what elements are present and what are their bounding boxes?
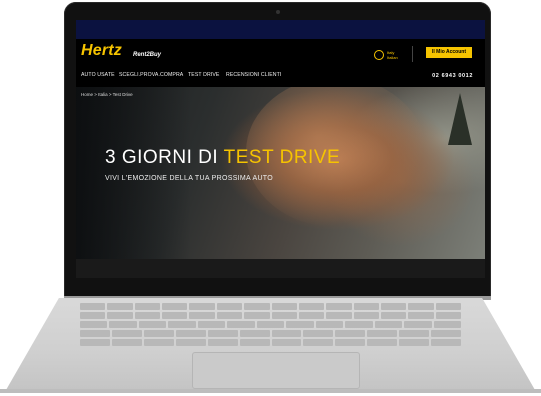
browser-screen: Hertz Rent2Buy Italy Italian Il Mio Acco… bbox=[76, 20, 485, 278]
hero-banner bbox=[76, 87, 485, 259]
rent2buy-logo: Rent2Buy bbox=[133, 52, 162, 58]
my-account-button[interactable]: Il Mio Account bbox=[426, 47, 472, 58]
hero-subtitle: VIVI L'EMOZIONE DELLA TUA PROSSIMA AUTO bbox=[105, 175, 273, 182]
trackpad bbox=[192, 352, 360, 389]
breadcrumb[interactable]: Home > Italia > Test Drive bbox=[81, 92, 133, 97]
hero-title: 3 GIORNI DI TEST DRIVE bbox=[105, 147, 340, 169]
top-strip bbox=[76, 20, 485, 39]
content-band bbox=[76, 259, 485, 278]
phone-number[interactable]: 02 6943 0012 bbox=[432, 73, 473, 79]
car-interior bbox=[76, 87, 191, 259]
hero-title-accent: TEST DRIVE bbox=[223, 147, 341, 168]
main-nav: AUTO USATE SCEGLI.PROVA.COMPRA TEST DRIV… bbox=[76, 68, 485, 85]
nav-item-reviews[interactable]: RECENSIONI CLIENTI bbox=[226, 72, 281, 78]
nav-item-test-drive[interactable]: TEST DRIVE bbox=[188, 72, 219, 78]
hertz-logo[interactable]: Hertz bbox=[81, 42, 122, 60]
nav-item-used-cars[interactable]: AUTO USATE bbox=[81, 72, 115, 78]
webcam bbox=[276, 10, 280, 14]
hero-title-main: 3 GIORNI DI bbox=[105, 147, 224, 168]
keyboard bbox=[80, 303, 462, 351]
header-divider bbox=[412, 46, 413, 62]
globe-icon[interactable] bbox=[374, 50, 384, 60]
nav-item-choose-try-buy[interactable]: SCEGLI.PROVA.COMPRA bbox=[119, 72, 183, 78]
laptop-front-edge bbox=[0, 389, 541, 393]
tree-silhouette bbox=[448, 93, 472, 145]
language-selector[interactable]: Italy Italian bbox=[387, 50, 398, 60]
